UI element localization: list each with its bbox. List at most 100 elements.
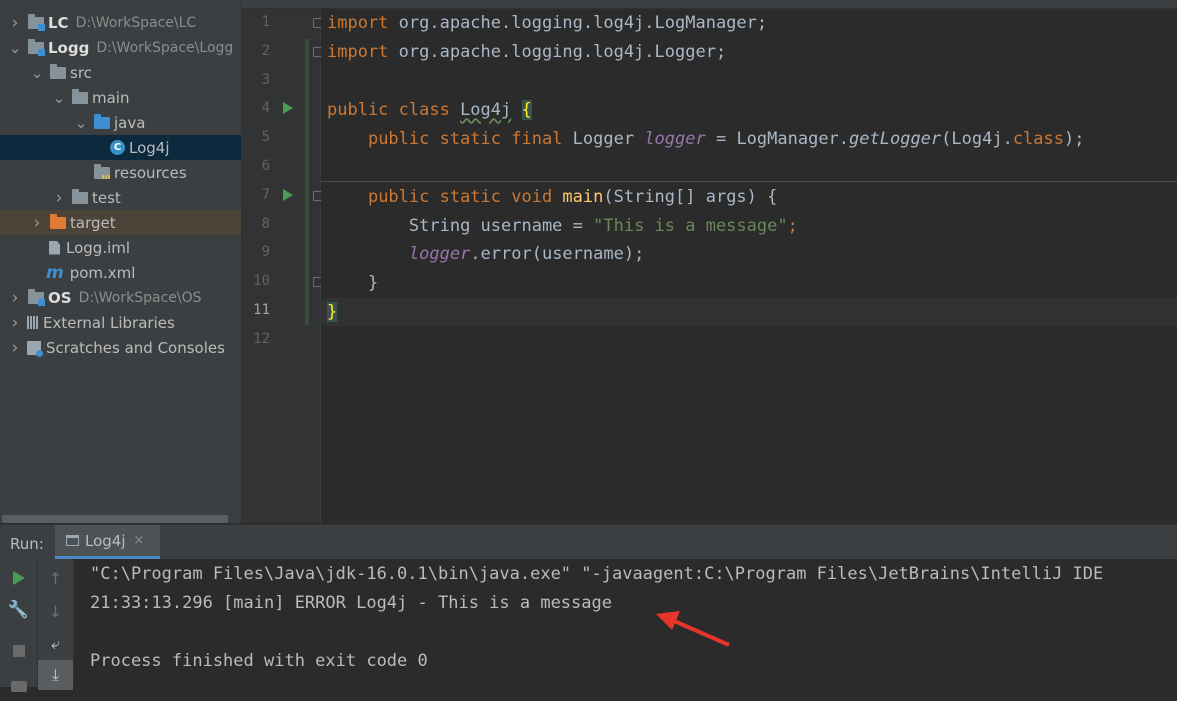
resources-folder-icon [94,163,110,179]
code-line-10[interactable]: } [327,269,378,297]
tree-item-label: External Libraries [43,313,175,332]
tree-item-label: java [114,113,146,132]
tree-item-label: Scratches and Consoles [46,338,225,357]
tree-item-logg-iml[interactable]: Logg.iml [0,235,241,260]
module-folder-icon [28,288,45,306]
maven-icon: m [46,262,64,283]
line-number[interactable]: 3 [242,72,270,88]
logger-field: logger [644,129,706,149]
tree-item-main[interactable]: ⌄ main [0,85,241,110]
run-gutter-icon[interactable] [283,102,293,115]
line-number[interactable]: 10 [242,273,270,289]
chevron-right-icon[interactable]: › [8,338,22,358]
tree-item-resources[interactable]: resources [0,160,241,185]
chevron-down-icon[interactable]: ⌄ [30,65,44,80]
line-number[interactable]: 1 [242,14,270,30]
chevron-down-icon[interactable]: ⌄ [74,115,88,130]
line-number[interactable]: 12 [242,331,270,347]
tree-item-test[interactable]: › test [0,185,241,210]
chevron-down-icon[interactable]: ⌄ [52,90,66,105]
import-keyword: import [327,13,389,33]
tree-item-lc[interactable]: › LC D:\WorkSpace\LC [0,10,241,35]
editor-gutter[interactable]: 1 2 3 4 5 6 7 8 9 10 11 12 [242,9,322,523]
tree-item-label: resources [114,163,187,182]
import-keyword: import [327,42,389,62]
tree-item-path: D:\WorkSpace\LC [75,14,197,31]
tree-item-java[interactable]: ⌄ java [0,110,241,135]
tree-item-os[interactable]: › OS D:\WorkSpace\OS [0,285,241,310]
folder-icon [72,188,88,204]
scroll-down-button[interactable]: ↓ [38,596,73,626]
camera-icon [10,680,27,692]
screenshot-button[interactable] [0,671,37,701]
arrow-up-icon: ↑ [48,568,63,588]
tree-item-log4j[interactable]: C Log4j [0,135,241,160]
arrow-down-icon: ↓ [48,601,63,621]
code-line-1[interactable]: import org.apache.logging.log4j.LogManag… [327,9,767,37]
modifier-keywords: public static final [367,129,573,149]
code-line-5[interactable]: public static final Logger logger = LogM… [327,125,1085,153]
stop-button[interactable] [0,636,37,666]
run-tab-log4j[interactable]: Log4j × [55,525,160,559]
tree-item-scratches-and-consoles[interactable]: › Scratches and Consoles [0,335,241,360]
console-output[interactable]: "C:\Program Files\Java\jdk-16.0.1\bin\ja… [74,559,1177,687]
editor-tab-strip[interactable] [242,0,1177,9]
soft-wrap-button[interactable]: ⤶ [38,629,73,659]
tree-item-label: OS [48,288,72,307]
line-number[interactable]: 2 [242,43,270,59]
chevron-right-icon[interactable]: › [30,213,44,233]
run-toolbar: 🔧 [0,559,38,692]
code-editor[interactable]: import org.apache.logging.log4j.LogManag… [321,9,1177,523]
line-number[interactable]: 6 [242,158,270,174]
folder-icon [72,88,88,104]
line-number[interactable]: 9 [242,244,270,260]
close-icon[interactable]: × [134,533,145,548]
scroll-up-button[interactable]: ↑ [38,563,73,593]
chevron-right-icon[interactable]: › [8,13,22,33]
chevron-right-icon[interactable]: › [8,313,22,333]
class-name: Log4j [460,100,512,120]
code-line-4[interactable]: public class Log4j { [327,96,532,124]
edit-configuration-button[interactable]: 🔧 [0,595,37,625]
run-label: Run: [10,535,44,553]
chevron-right-icon[interactable]: › [8,288,22,308]
run-gutter-icon[interactable] [283,188,293,201]
horizontal-scrollbar[interactable] [2,515,228,523]
code-line-7[interactable]: public static void main(String[] args) { [327,183,777,211]
tree-item-label: LC [48,13,69,32]
tree-item-label: pom.xml [69,263,136,282]
code-line-9[interactable]: logger.error(username); [327,240,644,268]
import-path: org.apache.logging.log4j.LogManager; [388,13,768,33]
logger-field: logger [408,244,471,264]
tree-item-label: Log4j [129,138,170,157]
tree-item-label: Logg [48,38,90,57]
chevron-down-icon[interactable]: ⌄ [8,40,22,55]
console-icon [66,535,79,546]
module-folder-icon [28,38,45,56]
stop-icon [12,645,25,657]
console-line-exit: Process finished with exit code 0 [90,651,428,671]
method-separator [321,181,1177,182]
line-number[interactable]: 5 [242,129,270,145]
console-line-command: "C:\Program Files\Java\jdk-16.0.1\bin\ja… [90,564,1104,584]
tree-item-target[interactable]: › target [0,210,241,235]
line-number[interactable]: 11 [242,302,270,318]
tree-item-pom-xml[interactable]: m pom.xml [0,260,241,285]
tree-item-label: Logg.iml [66,238,131,257]
chevron-right-icon[interactable]: › [52,188,66,208]
scroll-to-end-button[interactable]: ⤓ [38,660,73,690]
tree-item-logg[interactable]: ⌄ Logg D:\WorkSpace\Logg [0,35,241,60]
tree-item-external-libraries[interactable]: › External Libraries [0,310,241,335]
code-line-2[interactable]: import org.apache.logging.log4j.Logger; [327,38,726,66]
excluded-folder-icon [50,213,66,229]
line-number[interactable]: 4 [242,100,270,116]
code-line-8[interactable]: String username = "This is a message"; [327,212,798,240]
tree-item-src[interactable]: ⌄ src [0,60,241,85]
tree-item-path: D:\WorkSpace\Logg [96,39,234,56]
code-line-11[interactable]: } [327,298,338,326]
rerun-button[interactable] [0,563,37,593]
line-number[interactable]: 7 [242,187,270,203]
matched-brace-open: { [521,100,532,120]
line-number[interactable]: 8 [242,216,270,232]
tree-item-label: main [92,88,130,107]
